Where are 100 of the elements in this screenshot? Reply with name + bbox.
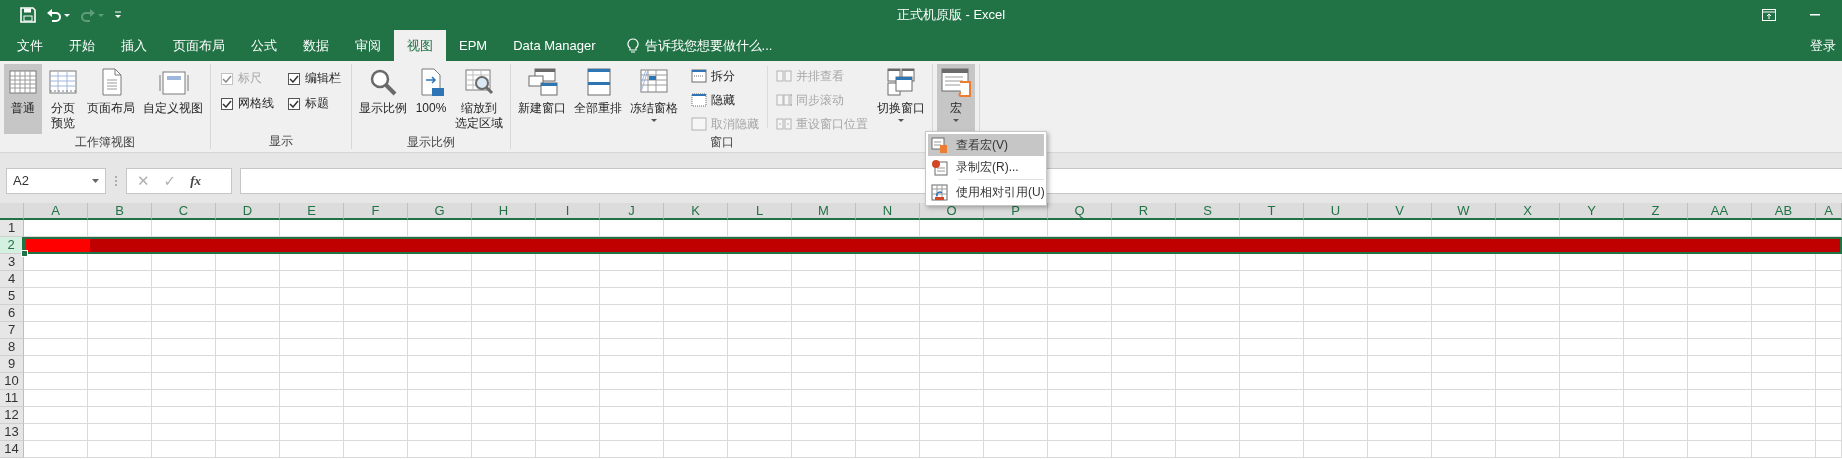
ribbon-tab[interactable]: 数据 [290, 30, 342, 61]
column-header[interactable]: Q [1048, 203, 1112, 220]
ribbon-tab[interactable]: 视图 [394, 30, 446, 61]
ribbon-button[interactable]: 冻结窗格 [627, 64, 681, 134]
insert-function-button[interactable]: fx [190, 172, 201, 189]
ribbon-button[interactable]: 分页 预览 [44, 64, 82, 134]
grid-cell [344, 305, 408, 322]
menu-item[interactable]: 查看宏(V) [928, 134, 1044, 156]
column-header[interactable]: X [1496, 203, 1560, 220]
row-header[interactable]: 7 [0, 322, 24, 339]
column-header[interactable]: H [472, 203, 536, 220]
grid-cell [1752, 441, 1816, 458]
column-header[interactable]: F [344, 203, 408, 220]
ribbon-display-button[interactable] [1762, 9, 1776, 21]
checkbox[interactable] [288, 97, 300, 110]
grid-cell [600, 322, 664, 339]
menu-item[interactable]: 录制宏(R)... [928, 156, 1044, 178]
column-header[interactable]: N [856, 203, 920, 220]
row-header[interactable]: 11 [0, 390, 24, 407]
row-header[interactable]: 8 [0, 339, 24, 356]
grid-cell [1688, 220, 1752, 237]
ribbon-button[interactable]: 100% [412, 64, 450, 134]
ribbon-button[interactable]: 显示比例 [356, 64, 410, 134]
ribbon-tab[interactable]: 插入 [108, 30, 160, 61]
ribbon-button[interactable]: 切换窗口 [874, 64, 928, 134]
grid-cell [24, 424, 88, 441]
ribbon-tab[interactable]: EPM [446, 30, 501, 61]
ribbon-tab[interactable]: 页面布局 [160, 30, 238, 61]
row-header[interactable]: 13 [0, 424, 24, 441]
column-header[interactable]: A [1816, 203, 1842, 220]
menu-item[interactable]: 使用相对引用(U) [928, 181, 1044, 203]
ribbon-button[interactable]: 宏 [937, 64, 975, 134]
checkbox[interactable] [288, 72, 300, 85]
grid-cell [1112, 356, 1176, 373]
column-header[interactable]: Y [1560, 203, 1624, 220]
name-box[interactable]: A2 [6, 167, 106, 194]
column-header[interactable]: G [408, 203, 472, 220]
ribbon-button[interactable]: 缩放到 选定区域 [452, 64, 506, 134]
row-header[interactable]: 9 [0, 356, 24, 373]
grid-cell [1624, 339, 1688, 356]
checkbox[interactable] [221, 97, 233, 110]
ribbon-button[interactable]: 页面布局 [84, 64, 138, 134]
column-header[interactable]: C [152, 203, 216, 220]
column-header[interactable]: W [1432, 203, 1496, 220]
column-header[interactable]: E [280, 203, 344, 220]
fill-handle[interactable] [21, 250, 28, 257]
grid-cell [1624, 407, 1688, 424]
ribbon-button[interactable]: 新建窗口 [515, 64, 569, 134]
column-header[interactable]: L [728, 203, 792, 220]
column-header[interactable]: D [216, 203, 280, 220]
grid-cell [344, 220, 408, 237]
reset-window-icon [776, 116, 792, 132]
grid-cell [1368, 373, 1432, 390]
column-header[interactable]: B [88, 203, 152, 220]
column-header[interactable]: U [1304, 203, 1368, 220]
column-header[interactable]: AA [1688, 203, 1752, 220]
column-header[interactable]: A [24, 203, 88, 220]
column-header[interactable]: R [1112, 203, 1176, 220]
column-header[interactable]: M [792, 203, 856, 220]
row-header[interactable]: 6 [0, 305, 24, 322]
ribbon-button[interactable]: 隐藏 [691, 90, 759, 110]
column-header[interactable]: AB [1752, 203, 1816, 220]
select-all-button[interactable] [0, 203, 24, 220]
column-header[interactable]: S [1176, 203, 1240, 220]
row-header[interactable]: 10 [0, 373, 24, 390]
grid-cell [88, 220, 152, 237]
tell-me-button[interactable]: 告诉我您想要做什么... [620, 30, 779, 61]
grid-cell [1240, 271, 1304, 288]
column-header[interactable]: K [664, 203, 728, 220]
column-header[interactable]: T [1240, 203, 1304, 220]
column-header[interactable]: I [536, 203, 600, 220]
row-header[interactable]: 14 [0, 441, 24, 458]
column-header[interactable]: J [600, 203, 664, 220]
row-header[interactable]: 3 [0, 254, 24, 271]
ribbon-button[interactable]: 拆分 [691, 66, 759, 86]
customize-button[interactable] [112, 9, 124, 21]
grid-cell [152, 407, 216, 424]
grid-cell [1176, 390, 1240, 407]
sign-in-link[interactable]: 登录 [1804, 30, 1842, 61]
ribbon-button[interactable]: 自定义视图 [140, 64, 206, 134]
ribbon-button[interactable]: 普通 [4, 64, 42, 134]
grid-cell [152, 424, 216, 441]
row-header[interactable]: 5 [0, 288, 24, 305]
grid-cell [88, 390, 152, 407]
column-header[interactable]: Z [1624, 203, 1688, 220]
row-header[interactable]: 4 [0, 271, 24, 288]
ribbon-tab[interactable]: 审阅 [342, 30, 394, 61]
ribbon-tab[interactable]: 文件 [4, 30, 56, 61]
ribbon-button[interactable]: 全部重排 [571, 64, 625, 134]
grid-cell [1560, 220, 1624, 237]
grid-cell [408, 220, 472, 237]
ribbon-tab[interactable]: 开始 [56, 30, 108, 61]
grid-cell [728, 271, 792, 288]
row-header[interactable]: 1 [0, 220, 24, 237]
row-header[interactable]: 2 [0, 237, 24, 254]
ribbon-tab[interactable]: 公式 [238, 30, 290, 61]
ribbon-tab[interactable]: Data Manager [500, 30, 609, 61]
save-button[interactable] [18, 5, 38, 25]
column-header[interactable]: V [1368, 203, 1432, 220]
row-header[interactable]: 12 [0, 407, 24, 424]
